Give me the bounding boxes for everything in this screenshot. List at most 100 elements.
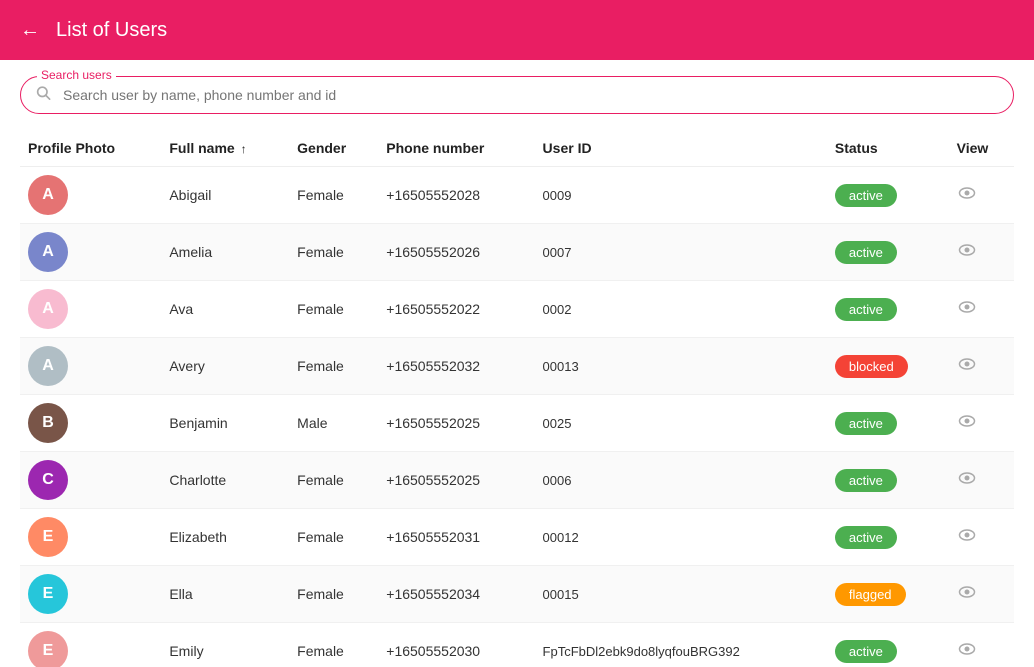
cell-photo: A (20, 167, 161, 224)
table-row: B BenjaminMale+165055520250025 active (20, 395, 1014, 452)
col-header-gender: Gender (289, 130, 378, 167)
view-icon[interactable] (957, 187, 977, 207)
cell-photo: E (20, 566, 161, 623)
cell-phone: +16505552026 (378, 224, 534, 281)
status-badge: active (835, 184, 897, 207)
status-badge: active (835, 298, 897, 321)
view-icon[interactable] (957, 529, 977, 549)
users-table-wrap: Profile Photo Full name ↑ Gender Phone n… (0, 130, 1034, 667)
cell-status: active (827, 167, 949, 224)
header: ← List of Users (0, 0, 1034, 60)
cell-view[interactable] (949, 623, 1014, 667)
cell-view[interactable] (949, 395, 1014, 452)
cell-gender: Female (289, 566, 378, 623)
cell-phone: +16505552025 (378, 452, 534, 509)
cell-view[interactable] (949, 224, 1014, 281)
status-badge: active (835, 469, 897, 492)
view-icon[interactable] (957, 358, 977, 378)
cell-userid: 0002 (535, 281, 827, 338)
cell-status: active (827, 281, 949, 338)
cell-view[interactable] (949, 167, 1014, 224)
col-header-status: Status (827, 130, 949, 167)
avatar: E (28, 574, 68, 614)
cell-view[interactable] (949, 509, 1014, 566)
view-icon[interactable] (957, 415, 977, 435)
cell-phone: +16505552025 (378, 395, 534, 452)
cell-fullname: Amelia (161, 224, 289, 281)
avatar: A (28, 346, 68, 386)
status-badge: active (835, 526, 897, 549)
cell-phone: +16505552028 (378, 167, 534, 224)
search-icon (35, 85, 51, 106)
users-table: Profile Photo Full name ↑ Gender Phone n… (20, 130, 1014, 667)
table-row: AAvaFemale+165055520220002active (20, 281, 1014, 338)
table-row: CCharlotteFemale+165055520250006active (20, 452, 1014, 509)
cell-view[interactable] (949, 281, 1014, 338)
table-row: EEllaFemale+1650555203400015flagged (20, 566, 1014, 623)
col-header-fullname[interactable]: Full name ↑ (161, 130, 289, 167)
status-badge: active (835, 241, 897, 264)
cell-userid: 00012 (535, 509, 827, 566)
cell-fullname: Ava (161, 281, 289, 338)
search-input[interactable] (63, 87, 997, 103)
col-header-userid: User ID (535, 130, 827, 167)
view-icon[interactable] (957, 301, 977, 321)
table-header-row: Profile Photo Full name ↑ Gender Phone n… (20, 130, 1014, 167)
cell-userid: 0007 (535, 224, 827, 281)
cell-fullname: Benjamin (161, 395, 289, 452)
view-icon[interactable] (957, 244, 977, 264)
cell-userid: FpTcFbDl2ebk9do8lyqfouBRG392 (535, 623, 827, 667)
status-badge: active (835, 412, 897, 435)
status-badge: active (835, 640, 897, 663)
cell-status: active (827, 395, 949, 452)
cell-gender: Female (289, 452, 378, 509)
cell-gender: Female (289, 167, 378, 224)
cell-gender: Male (289, 395, 378, 452)
avatar: C (28, 460, 68, 500)
sort-icon: ↑ (241, 142, 247, 156)
cell-status: flagged (827, 566, 949, 623)
cell-phone: +16505552032 (378, 338, 534, 395)
cell-phone: +16505552030 (378, 623, 534, 667)
col-header-view: View (949, 130, 1014, 167)
search-label: Search users (37, 68, 116, 82)
cell-photo: A (20, 224, 161, 281)
cell-status: active (827, 224, 949, 281)
view-icon[interactable] (957, 643, 977, 663)
cell-userid: 0025 (535, 395, 827, 452)
col-header-photo: Profile Photo (20, 130, 161, 167)
cell-userid: 0009 (535, 167, 827, 224)
status-badge: blocked (835, 355, 908, 378)
cell-status: active (827, 509, 949, 566)
view-icon[interactable] (957, 472, 977, 492)
col-header-phone: Phone number (378, 130, 534, 167)
cell-fullname: Avery (161, 338, 289, 395)
page-title: List of Users (56, 19, 167, 42)
cell-view[interactable] (949, 338, 1014, 395)
cell-photo: C (20, 452, 161, 509)
table-row: AAveryFemale+1650555203200013blocked (20, 338, 1014, 395)
avatar: A (28, 232, 68, 272)
table-row: AAmeliaFemale+165055520260007active (20, 224, 1014, 281)
cell-fullname: Abigail (161, 167, 289, 224)
avatar: E (28, 517, 68, 557)
search-container: Search users (0, 60, 1034, 130)
cell-status: active (827, 623, 949, 667)
cell-status: blocked (827, 338, 949, 395)
cell-photo: B (20, 395, 161, 452)
cell-userid: 00013 (535, 338, 827, 395)
view-icon[interactable] (957, 586, 977, 606)
cell-photo: E (20, 623, 161, 667)
avatar: A (28, 289, 68, 329)
avatar: B (28, 403, 68, 443)
cell-view[interactable] (949, 566, 1014, 623)
cell-gender: Female (289, 281, 378, 338)
cell-phone: +16505552031 (378, 509, 534, 566)
cell-photo: E (20, 509, 161, 566)
cell-userid: 0006 (535, 452, 827, 509)
avatar: A (28, 175, 68, 215)
back-button[interactable]: ← (20, 19, 40, 42)
cell-view[interactable] (949, 452, 1014, 509)
search-box: Search users (20, 76, 1014, 114)
avatar: E (28, 631, 68, 667)
